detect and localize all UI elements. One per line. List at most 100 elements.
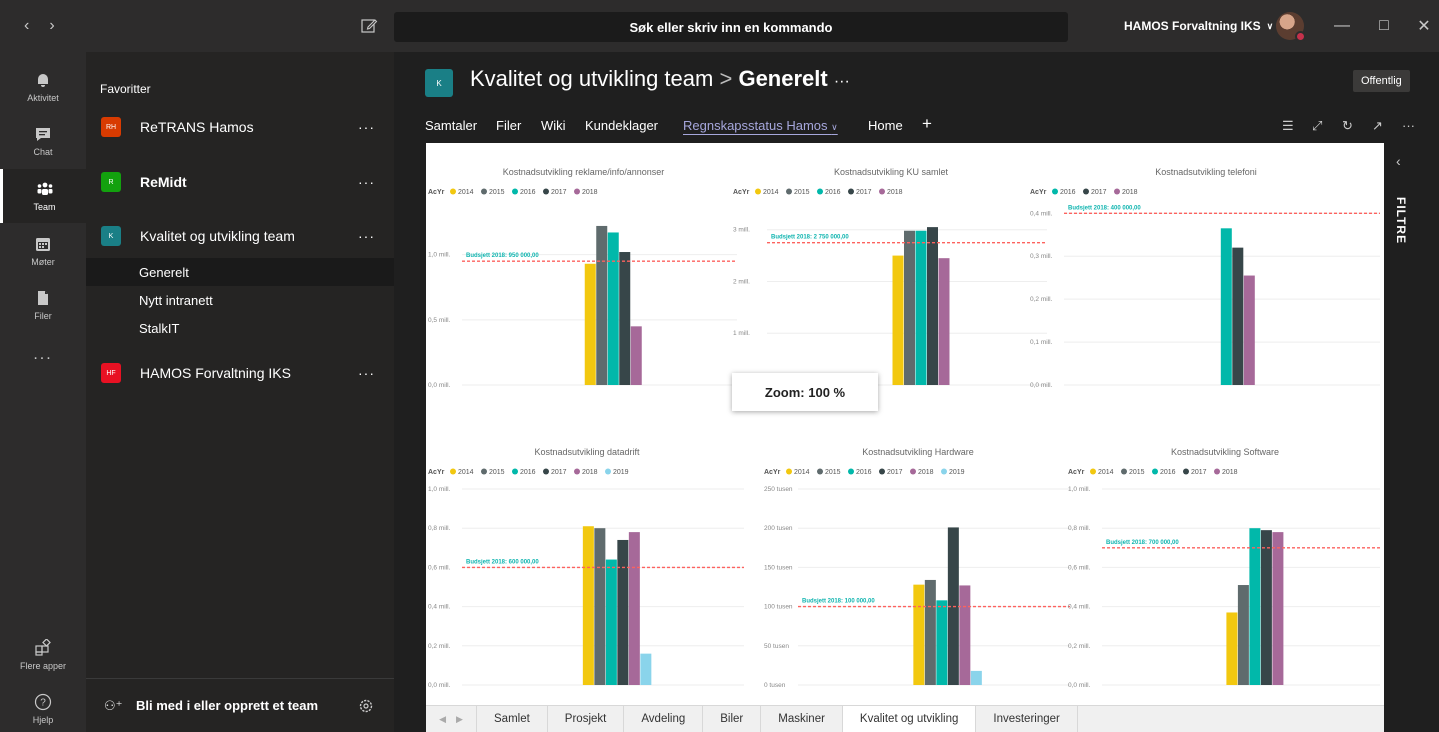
legend-label-2017: 2017 [551, 469, 567, 476]
tab-home[interactable]: Home [868, 118, 903, 133]
page-tab-kvalitet[interactable]: Kvalitet og utvikling [841, 706, 976, 732]
legend-swatch-2018 [879, 188, 885, 195]
legend-swatch-2018 [574, 468, 580, 475]
y-tick-label: 3 mill. [733, 227, 750, 234]
maximize-button[interactable]: □ [1364, 0, 1404, 52]
team-more-icon[interactable]: ··· [358, 365, 375, 381]
next-page-icon[interactable]: ▶ [456, 714, 463, 725]
add-tab-icon[interactable]: + [922, 114, 932, 134]
rail-item-activity[interactable]: Aktivitet [0, 60, 86, 114]
channel-nytt-intranett[interactable]: Nytt intranett [86, 286, 394, 314]
legend-swatch-2017 [879, 468, 885, 475]
team-name: ReTRANS Hamos [140, 119, 254, 135]
y-tick-label: 0,4 mill. [1030, 210, 1053, 217]
team-footer: ⚇⁺ Bli med i eller opprett et team [86, 678, 394, 732]
chart-title: Kostnadsutvikling datadrift [534, 447, 640, 457]
legend-label-2016: 2016 [856, 469, 872, 476]
chart-svg: Kostnadsutvikling KU samlet AcYr 2014 2015 2… [733, 167, 1047, 389]
legend-swatch-2016 [848, 468, 854, 475]
user-avatar[interactable] [1276, 12, 1306, 42]
y-tick-label: 0,0 mill. [1068, 682, 1091, 689]
refresh-icon[interactable]: ↻ [1342, 118, 1358, 134]
minimize-button[interactable]: — [1322, 0, 1362, 52]
bar-2014 [1226, 612, 1238, 685]
join-team-button[interactable]: Bli med i eller opprett et team [136, 698, 318, 713]
tab-filer[interactable]: Filer [496, 118, 521, 133]
team-name[interactable]: Kvalitet og utvikling team [470, 66, 713, 91]
page-tab-prosjekt[interactable]: Prosjekt [546, 706, 624, 732]
gear-icon[interactable] [358, 698, 374, 714]
chevron-down-icon: ∨ [831, 122, 838, 132]
conversation-icon[interactable]: ☰ [1282, 118, 1298, 134]
join-team-icon: ⚇⁺ [104, 697, 123, 713]
org-switcher[interactable]: HAMOS Forvaltning IKS ∨ [1124, 0, 1273, 52]
channel-generelt[interactable]: Generelt [86, 258, 394, 286]
rail-item-more-apps[interactable]: Flere apper [0, 628, 86, 682]
team-item-kvalitet[interactable]: K Kvalitet og utvikling team ··· [86, 218, 394, 254]
legend-label-2014: 2014 [458, 469, 474, 476]
legend-label-2016: 2016 [520, 469, 536, 476]
bar-2018 [630, 326, 642, 385]
rail-item-help[interactable]: ? Hjelp [0, 682, 86, 732]
history-nav: ‹ › [24, 0, 55, 52]
filters-pane[interactable]: ‹ FILTRE [1384, 143, 1420, 732]
legend-label-2014: 2014 [1098, 469, 1114, 476]
chart-software: Kostnadsutvikling Software AcYr 2014 2015 20… [1066, 441, 1384, 691]
rail-item-meetings[interactable]: Møter [0, 224, 86, 278]
chat-icon [36, 128, 50, 141]
y-tick-label: 0,5 mill. [428, 317, 451, 324]
channel-stalkit[interactable]: StalkIT [86, 314, 394, 342]
rail-item-chat[interactable]: Chat [0, 114, 86, 168]
bar-2015 [904, 230, 915, 385]
legend-swatch-2014 [786, 468, 792, 475]
rail-item-more[interactable]: ... [0, 328, 86, 382]
page-tab-maskiner[interactable]: Maskiner [760, 706, 842, 732]
chart-reklame: Kostnadsutvikling reklame/info/annonser A… [426, 161, 741, 391]
tab-wiki[interactable]: Wiki [541, 118, 566, 133]
chart-svg: Kostnadsutvikling Software AcYr 2014 2015 20… [1068, 447, 1380, 689]
page-tab-samlet[interactable]: Samlet [476, 706, 547, 732]
team-item-remidt[interactable]: R ReMidt ··· [86, 164, 394, 200]
chevron-left-icon[interactable]: ‹ [1396, 153, 1401, 169]
legend-label-2019: 2019 [949, 469, 965, 476]
back-arrow-icon[interactable]: ‹ [24, 17, 29, 35]
close-button[interactable]: ✕ [1404, 0, 1439, 52]
legend-label-2016: 2016 [1160, 469, 1176, 476]
forward-arrow-icon[interactable]: › [49, 17, 54, 35]
team-item-hamos[interactable]: HF HAMOS Forvaltning IKS ··· [86, 355, 394, 391]
tab-samtaler[interactable]: Samtaler [425, 118, 477, 133]
rail-item-teams[interactable]: Team [0, 169, 86, 223]
chart-telefoni: Kostnadsutvikling telefoni AcYr 2016 2017 20… [1028, 161, 1384, 391]
command-search-box[interactable]: Søk eller skriv inn en kommando [394, 12, 1068, 42]
team-avatar: RH [101, 117, 121, 137]
tab-regnskapsstatus[interactable]: Regnskapsstatus Hamos ∨ [683, 118, 838, 133]
team-more-icon[interactable]: ··· [358, 174, 375, 190]
title-bar: ‹ › Søk eller skriv inn en kommando HAMO… [0, 0, 1439, 52]
bar-2016 [915, 230, 927, 385]
channel-more-icon[interactable]: ··· [834, 73, 850, 90]
legend-label-2018: 2018 [1222, 469, 1238, 476]
page-title: Kvalitet og utvikling team > Generelt ··… [470, 66, 850, 92]
page-tab-biler[interactable]: Biler [702, 706, 760, 732]
y-tick-label: 2 mill. [733, 278, 750, 285]
rail-item-files[interactable]: Filer [0, 278, 86, 332]
tab-more-icon[interactable]: ··· [1402, 118, 1418, 134]
open-external-icon[interactable]: ↗ [1372, 118, 1388, 134]
expand-icon[interactable]: ⤢ [1312, 118, 1328, 134]
team-item-retrans[interactable]: RH ReTRANS Hamos ··· [86, 109, 394, 145]
team-more-icon[interactable]: ··· [358, 119, 375, 135]
compose-icon[interactable] [360, 17, 378, 35]
legend-label-2016: 2016 [825, 189, 841, 196]
page-tab-investeringer[interactable]: Investeringer [975, 706, 1078, 732]
presence-busy-icon [1295, 31, 1306, 42]
team-more-icon[interactable]: ··· [358, 228, 375, 244]
legend-swatch-2015 [786, 188, 792, 195]
budget-label: Budsjett 2018: 950 000,00 [466, 253, 539, 259]
page-tab-avdeling[interactable]: Avdeling [623, 706, 702, 732]
y-tick-label: 1 mill. [733, 330, 750, 337]
prev-page-icon[interactable]: ◀ [439, 714, 446, 725]
bar-2015 [924, 579, 936, 685]
tab-kundeklager[interactable]: Kundeklager [585, 118, 658, 133]
legend-swatch-2017 [543, 468, 549, 475]
legend-swatch-2016 [817, 188, 823, 195]
